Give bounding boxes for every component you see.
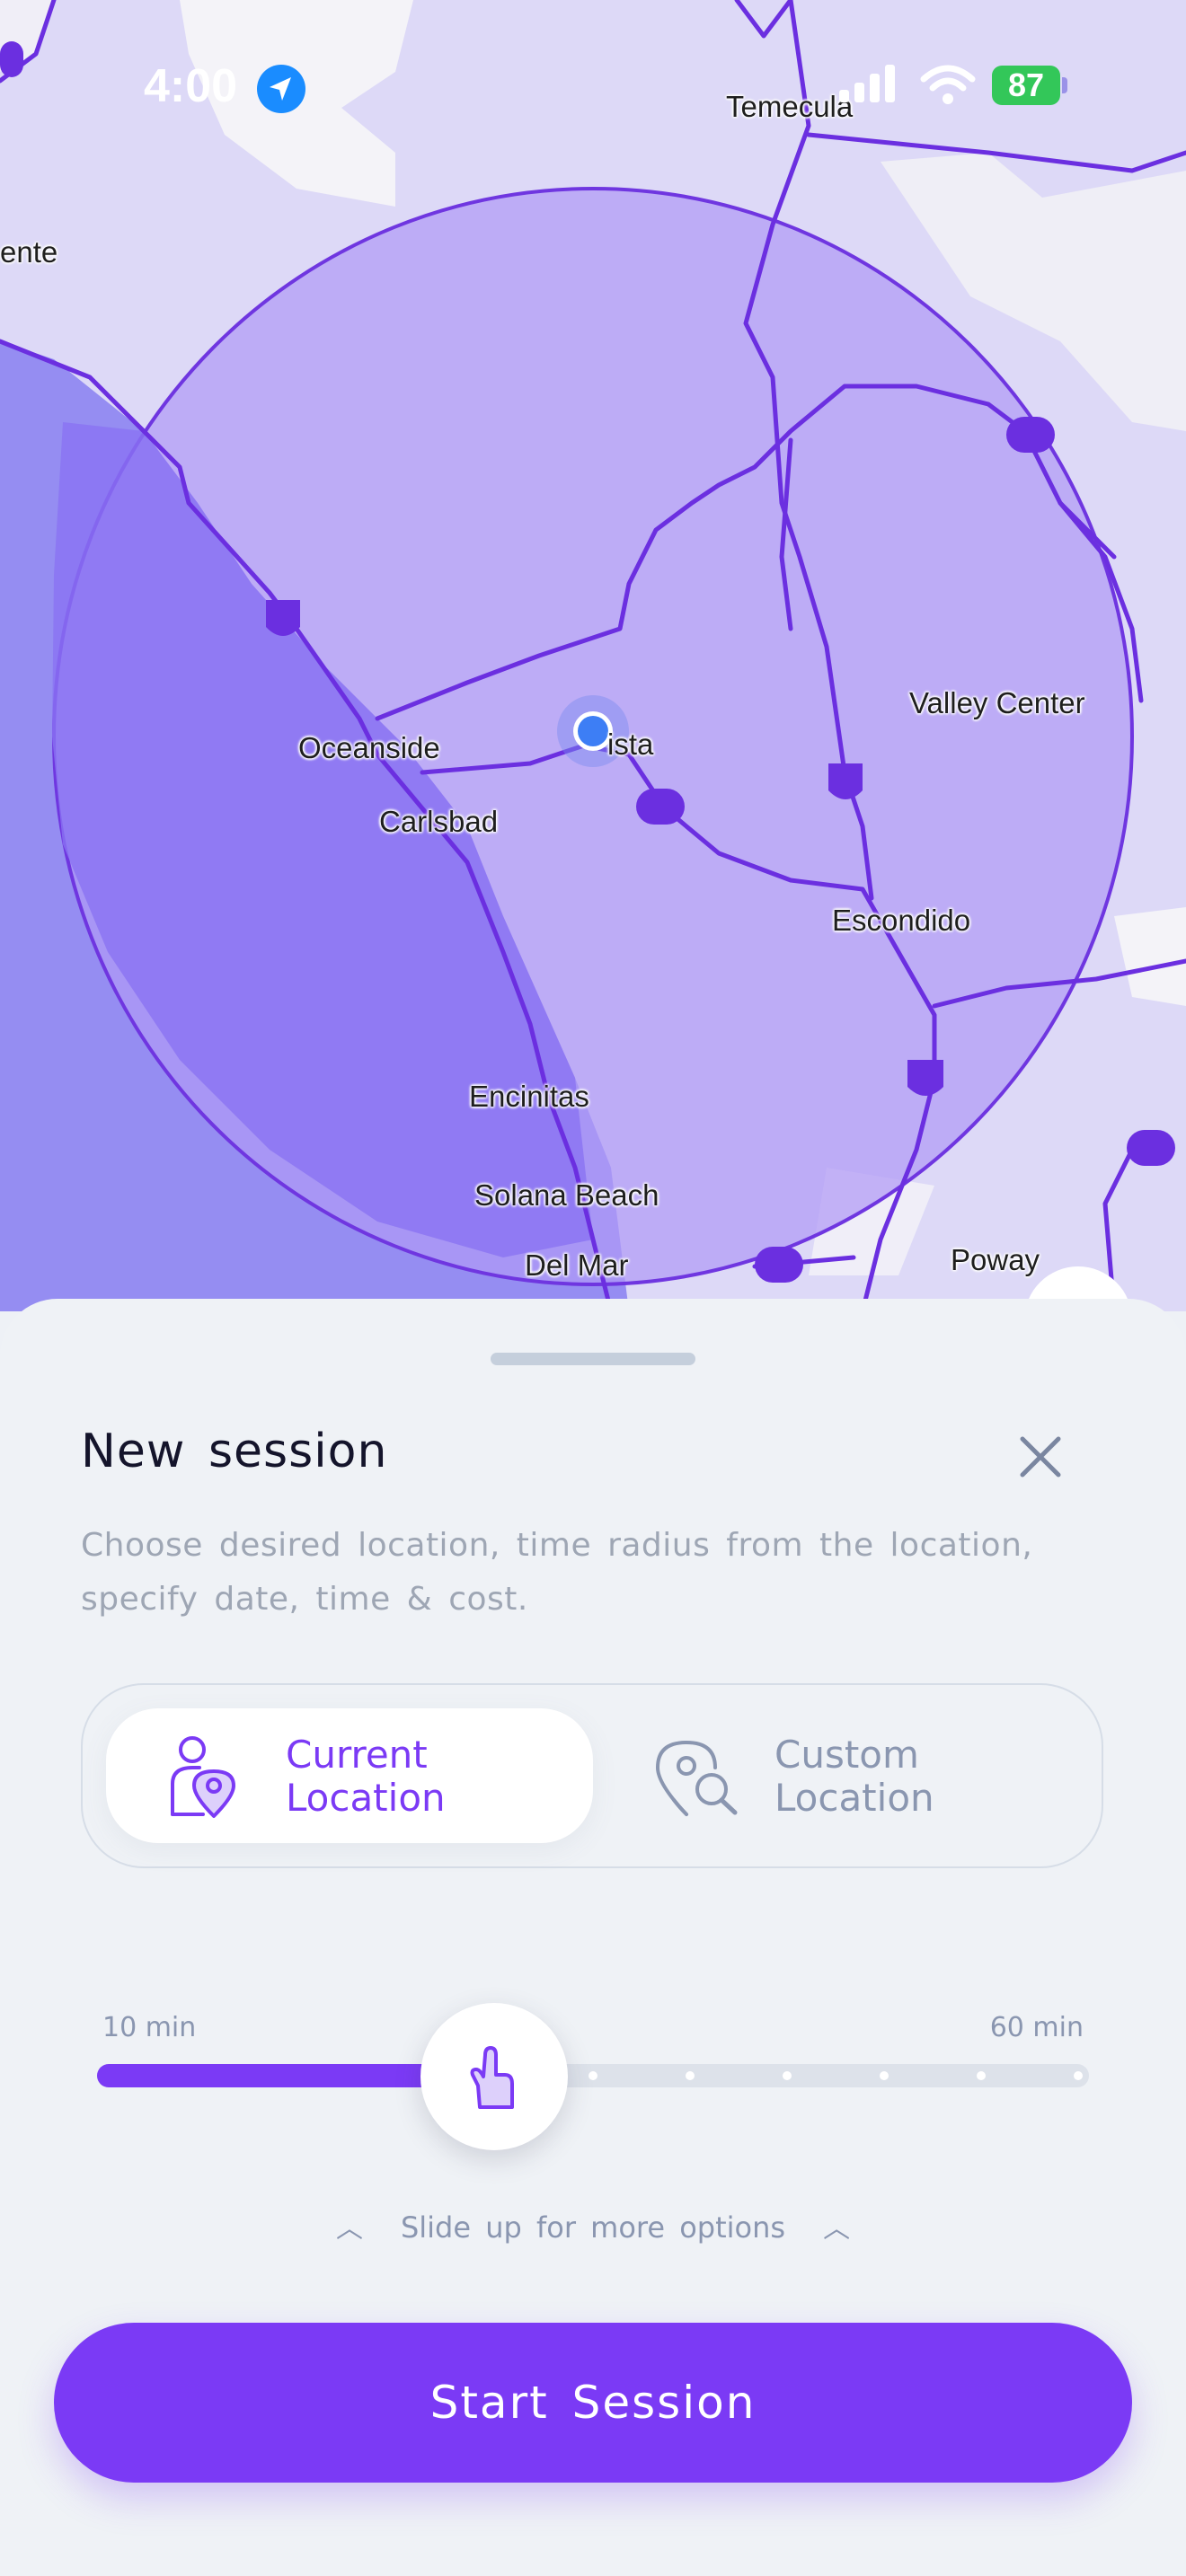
custom-location-label: Custom Location <box>774 1733 934 1820</box>
time-radius-slider[interactable] <box>97 2064 1089 2087</box>
sheet-title: New session <box>81 1425 388 1478</box>
slider-max-label: 60 min <box>989 2012 1084 2043</box>
hint-text: Slide up for more options <box>400 2210 786 2245</box>
person-location-icon <box>164 1732 243 1822</box>
hand-pointer-icon <box>470 2046 514 2109</box>
slider-step-dot <box>686 2071 695 2080</box>
battery-tip <box>1062 77 1067 93</box>
cellular-signal-icon <box>839 65 902 108</box>
slide-up-hint[interactable]: ︿ Slide up for more options ︿ <box>0 2206 1186 2245</box>
start-session-button[interactable]: Start Session <box>54 2323 1132 2483</box>
slider-step-dot <box>880 2071 889 2080</box>
map-label-fallbrook: ente <box>0 235 58 269</box>
wifi-icon <box>920 65 976 110</box>
location-arrow-icon <box>257 65 305 113</box>
sheet-description: Choose desired location, time radius fro… <box>81 1527 1033 1618</box>
map-label-valley-center: Valley Center <box>909 686 1085 719</box>
map-label-escondido: Escondido <box>832 904 971 937</box>
slider-thumb[interactable] <box>420 2003 568 2150</box>
slider-step-dot <box>589 2071 597 2080</box>
custom-location-option[interactable]: Custom Location <box>595 1708 1082 1843</box>
map-canvas <box>0 0 1186 1311</box>
map-label-poway: Poway <box>951 1243 1040 1276</box>
map-label-carlsbad: Carlsbad <box>379 805 499 838</box>
battery-icon: 87 <box>992 66 1060 105</box>
new-session-sheet: New session Choose desired location, tim… <box>0 1299 1186 2576</box>
map-label-solana-beach: Solana Beach <box>474 1178 659 1212</box>
map-label-encinitas: Encinitas <box>469 1080 589 1113</box>
search-location-icon <box>652 1732 738 1822</box>
slider-step-dot <box>977 2071 986 2080</box>
close-button[interactable] <box>1010 1426 1071 1487</box>
slider-step-dot <box>1074 2071 1083 2080</box>
current-location-label: Current Location <box>286 1733 446 1820</box>
map-label-del-mar: Del Mar <box>525 1248 629 1282</box>
sheet-drag-handle[interactable] <box>491 1353 695 1365</box>
map-view[interactable]: Temecula ente Oceanside ista Carlsbad Va… <box>0 0 1186 1311</box>
map-label-oceanside: Oceanside <box>298 731 440 764</box>
chevron-up-icon: ︿ <box>823 2213 851 2245</box>
status-bar: 4:00 87 <box>0 54 1186 126</box>
slider-step-dot <box>783 2071 792 2080</box>
close-icon <box>1020 1436 1061 1478</box>
current-location-option[interactable]: Current Location <box>106 1708 593 1843</box>
slider-min-label: 10 min <box>102 2012 197 2043</box>
status-time: 4:00 <box>144 60 238 112</box>
map-label-vista: ista <box>607 728 654 761</box>
location-toggle: Current Location Custom Location <box>81 1683 1103 1868</box>
chevron-up-icon: ︿ <box>335 2213 363 2245</box>
